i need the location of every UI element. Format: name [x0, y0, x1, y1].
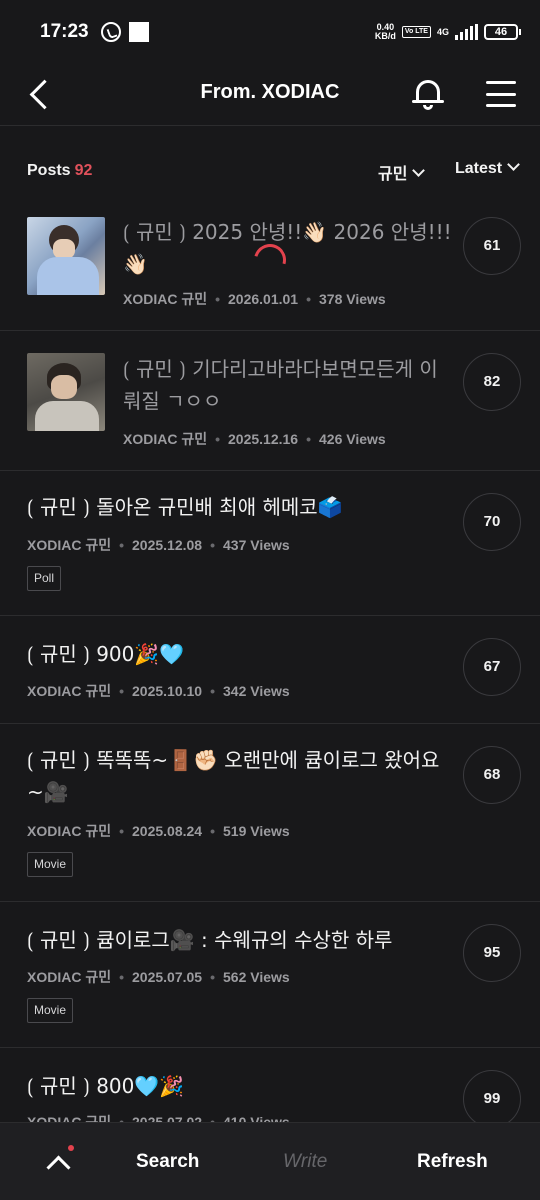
- post-item[interactable]: ⟮ 규민 ⟯ 돌아온 규민배 최애 헤메코🗳️ XODIAC 규민 • 2025.1…: [0, 471, 540, 616]
- post-date: 2025.12.16: [228, 431, 299, 447]
- chevron-down-icon: [412, 164, 426, 177]
- post-title: ⟮ 규민 ⟯ 큠이로그🎥 : 수웨규의 수상한 하루: [27, 928, 393, 952]
- post-item[interactable]: ⟮ 규민 ⟯ 큠이로그🎥 : 수웨규의 수상한 하루 XODIAC 규민 • 202…: [0, 902, 540, 1048]
- sort-dropdown[interactable]: Latest: [455, 158, 520, 178]
- post-item[interactable]: ⟮ 규민 ⟯ 900🎉🩵 XODIAC 규민 • 2025.10.10 • 342 Vi…: [0, 616, 540, 724]
- post-views: 562 Views: [223, 969, 290, 985]
- post-tag: Poll: [27, 566, 62, 591]
- post-date: 2025.07.05: [132, 969, 203, 985]
- post-views: 342 Views: [223, 683, 290, 699]
- comment-count: 70: [463, 493, 521, 551]
- post-tag: Movie: [27, 852, 74, 877]
- post-title: ⟮ 규민 ⟯ 900🎉🩵: [27, 642, 185, 666]
- sort-label: Latest: [455, 160, 503, 177]
- status-bar: 17:23 0.40 KB/d Vo LTE 4G 46: [0, 0, 540, 64]
- posts-label: Posts: [27, 162, 71, 179]
- comment-count: 61: [463, 217, 521, 275]
- write-button[interactable]: Write: [283, 1151, 327, 1173]
- search-button[interactable]: Search: [136, 1151, 199, 1173]
- post-date: 2025.08.24: [132, 823, 203, 839]
- post-author: XODIAC 규민: [27, 537, 112, 553]
- comment-count: 68: [463, 746, 521, 804]
- filter-row: Posts 92 규민 Latest: [0, 150, 540, 190]
- post-meta: XODIAC 규민 • 2025.08.24 • 519 Views: [27, 823, 290, 839]
- network-speed-unit: KB/d: [374, 31, 396, 41]
- post-views: 437 Views: [223, 537, 290, 553]
- notification-dot: [68, 1145, 74, 1151]
- refresh-button[interactable]: Refresh: [417, 1151, 488, 1173]
- post-author: XODIAC 규민: [123, 291, 208, 307]
- post-meta: XODIAC 규민 • 2025.12.08 • 437 Views: [27, 537, 290, 553]
- post-meta: XODIAC 규민 • 2025.12.16 • 426 Views: [123, 431, 386, 447]
- comment-count: 82: [463, 353, 521, 411]
- app-header: From. XODIAC: [0, 64, 540, 126]
- network-speed: 0.40 KB/d: [375, 23, 396, 41]
- comment-count: 67: [463, 638, 521, 696]
- post-meta: XODIAC 규민 • 2026.01.01 • 378 Views: [123, 291, 386, 307]
- chevron-down-icon: [507, 158, 520, 171]
- post-date: 2025.10.10: [132, 683, 203, 699]
- post-thumbnail: [27, 353, 105, 431]
- post-title: ⟮ 규민 ⟯ 2025 안녕!!👋🏻 2026 안녕!!! 👋🏻: [123, 220, 452, 276]
- post-views: 519 Views: [223, 823, 290, 839]
- status-time: 17:23: [40, 21, 89, 42]
- post-item[interactable]: ⟮ 규민 ⟯ 똑똑똑~🚪✊🏻 오랜만에 큠이로그 왔어요~🎥 XODIAC 규민…: [0, 724, 540, 902]
- network-type: 4G: [436, 26, 449, 37]
- scroll-up-icon[interactable]: [42, 1145, 74, 1179]
- post-title: ⟮ 규민 ⟯ 돌아온 규민배 최애 헤메코🗳️: [27, 495, 343, 519]
- posts-count: 92: [74, 162, 93, 179]
- status-right: 0.40 KB/d Vo LTE 4G 46: [375, 23, 521, 41]
- comment-count: 95: [463, 924, 521, 982]
- post-tag: Movie: [27, 998, 74, 1023]
- post-views: 426 Views: [319, 431, 386, 447]
- member-filter-dropdown[interactable]: 규민: [378, 160, 426, 184]
- post-author: XODIAC 규민: [27, 823, 112, 839]
- posts-count-label: Posts 92: [27, 162, 92, 180]
- post-author: XODIAC 규민: [27, 969, 112, 985]
- bottom-bar: Search Write Refresh: [0, 1122, 540, 1200]
- notification-square-icon: [128, 22, 149, 42]
- battery-icon: 46: [484, 24, 521, 40]
- post-meta: XODIAC 규민 • 2025.10.10 • 342 Views: [27, 683, 290, 699]
- signal-icon: [455, 24, 478, 40]
- post-date: 2025.12.08: [132, 537, 203, 553]
- member-filter-label: 규민: [378, 166, 408, 183]
- page-title: From. XODIAC: [200, 81, 340, 103]
- menu-icon[interactable]: [484, 78, 518, 110]
- whatsapp-icon: [100, 22, 121, 42]
- post-author: XODIAC 규민: [27, 683, 112, 699]
- post-item[interactable]: ⟮ 규민 ⟯ 기다리고바라다보면모든게 이뤄질 ㄱㅇㅇ XODIAC 규민 • 20…: [0, 331, 540, 471]
- post-meta: XODIAC 규민 • 2025.07.05 • 562 Views: [27, 969, 290, 985]
- post-title: ⟮ 규민 ⟯ 기다리고바라다보면모든게 이뤄질 ㄱㅇㅇ: [123, 357, 438, 413]
- post-title: ⟮ 규민 ⟯ 800🩵🎉: [27, 1074, 185, 1098]
- post-date: 2026.01.01: [228, 291, 299, 307]
- volte-badge: Vo LTE: [401, 26, 431, 38]
- post-views: 378 Views: [319, 291, 386, 307]
- post-thumbnail: [27, 217, 105, 295]
- comment-count: 99: [463, 1070, 521, 1128]
- post-author: XODIAC 규민: [123, 431, 208, 447]
- bell-icon[interactable]: [410, 74, 448, 114]
- post-title: ⟮ 규민 ⟯ 똑똑똑~🚪✊🏻 오랜만에 큠이로그 왔어요~🎥: [27, 748, 440, 804]
